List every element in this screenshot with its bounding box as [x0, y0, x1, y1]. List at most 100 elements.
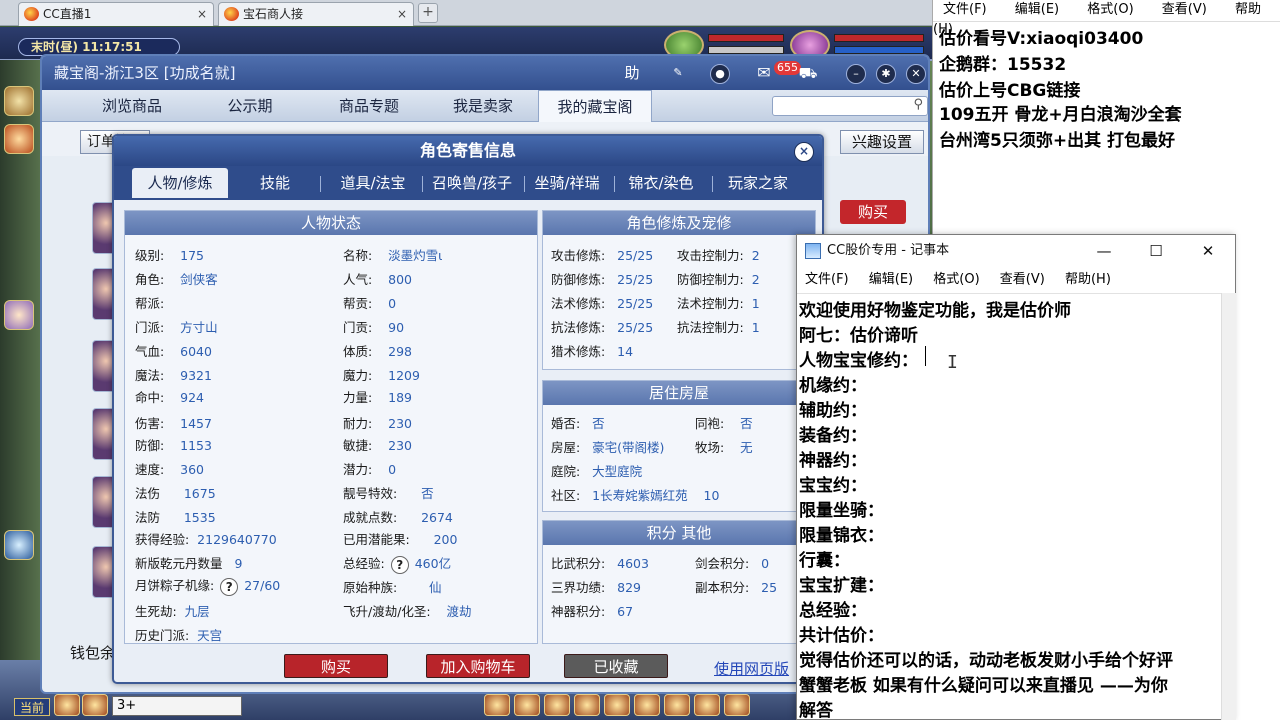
menu-help[interactable]: 帮助(H): [1065, 272, 1111, 287]
tab-seller[interactable]: 我是卖家: [428, 90, 538, 122]
chat-channel-current-button[interactable]: 当前: [14, 698, 50, 716]
use-web-version-link[interactable]: 使用网页版: [714, 658, 789, 679]
dialog-title: 角色寄售信息: [114, 136, 822, 166]
add-to-cart-button[interactable]: 加入购物车: [426, 654, 530, 678]
points-header: 积分 其他: [543, 521, 815, 545]
stat-row: 月饼粽子机缘:? 27/60: [135, 577, 281, 596]
character-icon[interactable]: [4, 300, 34, 330]
notepad-text-area[interactable]: 欢迎使用好物鉴定功能，我是估价师 阿七：估价谛听 人物宝宝修约： 机缘约： 辅助…: [797, 293, 1221, 720]
help-question-icon[interactable]: ?: [220, 577, 239, 596]
cultivation-header: 角色修炼及宠修: [543, 211, 815, 235]
message-count-badge: 655: [774, 61, 801, 75]
message-icon[interactable]: ✉: [754, 64, 774, 84]
tab-player-home[interactable]: 玩家之家: [716, 168, 800, 198]
help-button[interactable]: 助: [622, 64, 642, 84]
menu-format[interactable]: 格式(O): [1087, 2, 1133, 17]
cultivation-panel: 角色修炼及宠修 攻击修炼: 25/25 攻击控制力: 2 防御修炼: 25/25…: [542, 210, 816, 370]
close-button[interactable]: ✕: [1185, 235, 1231, 267]
stat-row: 敏捷: 230: [343, 438, 412, 453]
buy-button-list[interactable]: 购买: [840, 200, 906, 224]
help-question-icon[interactable]: ?: [390, 555, 409, 574]
arrow-left-icon[interactable]: [4, 124, 34, 154]
stat-row: 副本积分: 25: [695, 580, 778, 595]
notepad-line: 解答: [799, 701, 833, 720]
browser-tab-title: CC直播1: [43, 7, 92, 21]
cart-icon[interactable]: ⛟: [798, 64, 818, 84]
search-icon[interactable]: ⚲: [913, 97, 923, 112]
menu-file[interactable]: 文件(F): [805, 272, 849, 287]
notepad-bg-line: 台州湾5只须弥+出其 打包最好: [939, 131, 1175, 151]
settings-dot-icon[interactable]: ●: [710, 64, 730, 84]
favorited-button[interactable]: 已收藏: [564, 654, 668, 678]
tab-my-cbg[interactable]: 我的藏宝阁: [538, 90, 652, 122]
hotkey-slot-9[interactable]: [724, 694, 750, 716]
menu-file[interactable]: 文件(F): [943, 2, 987, 17]
housing-panel: 居住房屋 婚否: 否 同袍: 否 房屋: 豪宅(带阁楼) 牧场: 无 庭院: 大…: [542, 380, 816, 512]
stat-row: 法术修炼: 25/25 法术控制力: 1: [551, 296, 760, 311]
stat-row: 总经验:? 460亿: [343, 555, 452, 574]
stat-row: 速度: 360: [135, 462, 204, 477]
pin-icon[interactable]: ✎: [668, 64, 688, 84]
tab-items[interactable]: 道具/法宝: [328, 168, 418, 198]
tab-skills[interactable]: 技能: [242, 168, 308, 198]
menu-edit[interactable]: 编辑(E): [869, 272, 913, 287]
hotkey-slot-4[interactable]: [574, 694, 600, 716]
close-tab-icon[interactable]: ×: [197, 3, 207, 25]
notepad-bg-line: 109五开 骨龙+月白浪淘沙全套: [939, 105, 1182, 125]
character-status-panel: 人物状态 级别: 175 角色: 剑侠客 帮派: 门派: 方寸山 气血: 604…: [124, 210, 538, 644]
hotkey-slot-6[interactable]: [634, 694, 660, 716]
stat-row: 成就点数: 2674: [343, 510, 453, 525]
close-icon[interactable]: ✕: [906, 64, 926, 84]
menu-format[interactable]: 格式(O): [933, 272, 979, 287]
tab-outfits[interactable]: 锦衣/染色: [616, 168, 706, 198]
chat-input[interactable]: 3+: [112, 696, 242, 716]
browser-tab-cc-live[interactable]: CC直播1 ×: [18, 2, 214, 26]
browser-tab-gem-merchant[interactable]: 宝石商人接 ×: [218, 2, 414, 26]
maximize-button[interactable]: ☐: [1133, 235, 1179, 267]
notepad-scrollbar[interactable]: [1221, 293, 1236, 720]
hotkey-slot-2[interactable]: [514, 694, 540, 716]
tab-browse[interactable]: 浏览商品: [82, 90, 182, 122]
minimize-icon[interactable]: –: [846, 64, 866, 84]
quest-icon[interactable]: [4, 86, 34, 116]
interest-settings-button[interactable]: 兴趣设置: [840, 130, 924, 154]
tab-topics[interactable]: 商品专题: [314, 90, 424, 122]
dialog-close-icon[interactable]: ×: [794, 142, 814, 162]
tab-character-cultivation[interactable]: 人物/修炼: [132, 168, 228, 198]
world-chat-icon[interactable]: [4, 530, 34, 560]
minimize-button[interactable]: —: [1081, 235, 1127, 267]
hotkey-slot-8[interactable]: [694, 694, 720, 716]
hotkey-slot-5[interactable]: [604, 694, 630, 716]
tab-pets[interactable]: 召唤兽/孩子: [424, 168, 520, 198]
cbg-search-input[interactable]: ⚲: [772, 96, 928, 116]
stat-row: 伤害: 1457: [135, 416, 212, 431]
hotkey-slot-7[interactable]: [664, 694, 690, 716]
hotkey-slot-1[interactable]: [484, 694, 510, 716]
menu-edit[interactable]: 编辑(E): [1015, 2, 1059, 17]
gear-icon[interactable]: ✱: [876, 64, 896, 84]
notepad-line: 装备约：: [799, 426, 867, 446]
close-tab-icon[interactable]: ×: [397, 3, 407, 25]
stat-row: 猎术修炼: 14: [551, 344, 634, 359]
stat-row: 门派: 方寸山: [135, 320, 218, 335]
tab-separator: [422, 176, 423, 192]
voice-icon[interactable]: [54, 694, 80, 716]
notepad-line: 宝宝约：: [799, 476, 867, 496]
notepad-line: 共计估价：: [799, 626, 884, 646]
tab-announce[interactable]: 公示期: [200, 90, 300, 122]
menu-view[interactable]: 查看(V): [1000, 272, 1045, 287]
buy-button[interactable]: 购买: [284, 654, 388, 678]
stat-row: 帮贡: 0: [343, 296, 397, 311]
notepad-line: 限量锦衣：: [799, 526, 884, 546]
stat-row: 级别: 175: [135, 248, 204, 263]
emote-icon[interactable]: [82, 694, 108, 716]
tab-separator: [614, 176, 615, 192]
notepad-line: 人物宝宝修约：: [799, 351, 918, 371]
hotkey-slot-3[interactable]: [544, 694, 570, 716]
tab-separator: [524, 176, 525, 192]
tab-mounts[interactable]: 坐骑/祥瑞: [526, 168, 608, 198]
notepad-bg-line: 估价看号V:xiaoqi03400: [939, 29, 1144, 49]
pet-hp-bar: [834, 34, 924, 42]
menu-view[interactable]: 查看(V): [1162, 2, 1207, 17]
new-tab-button[interactable]: +: [418, 3, 438, 23]
